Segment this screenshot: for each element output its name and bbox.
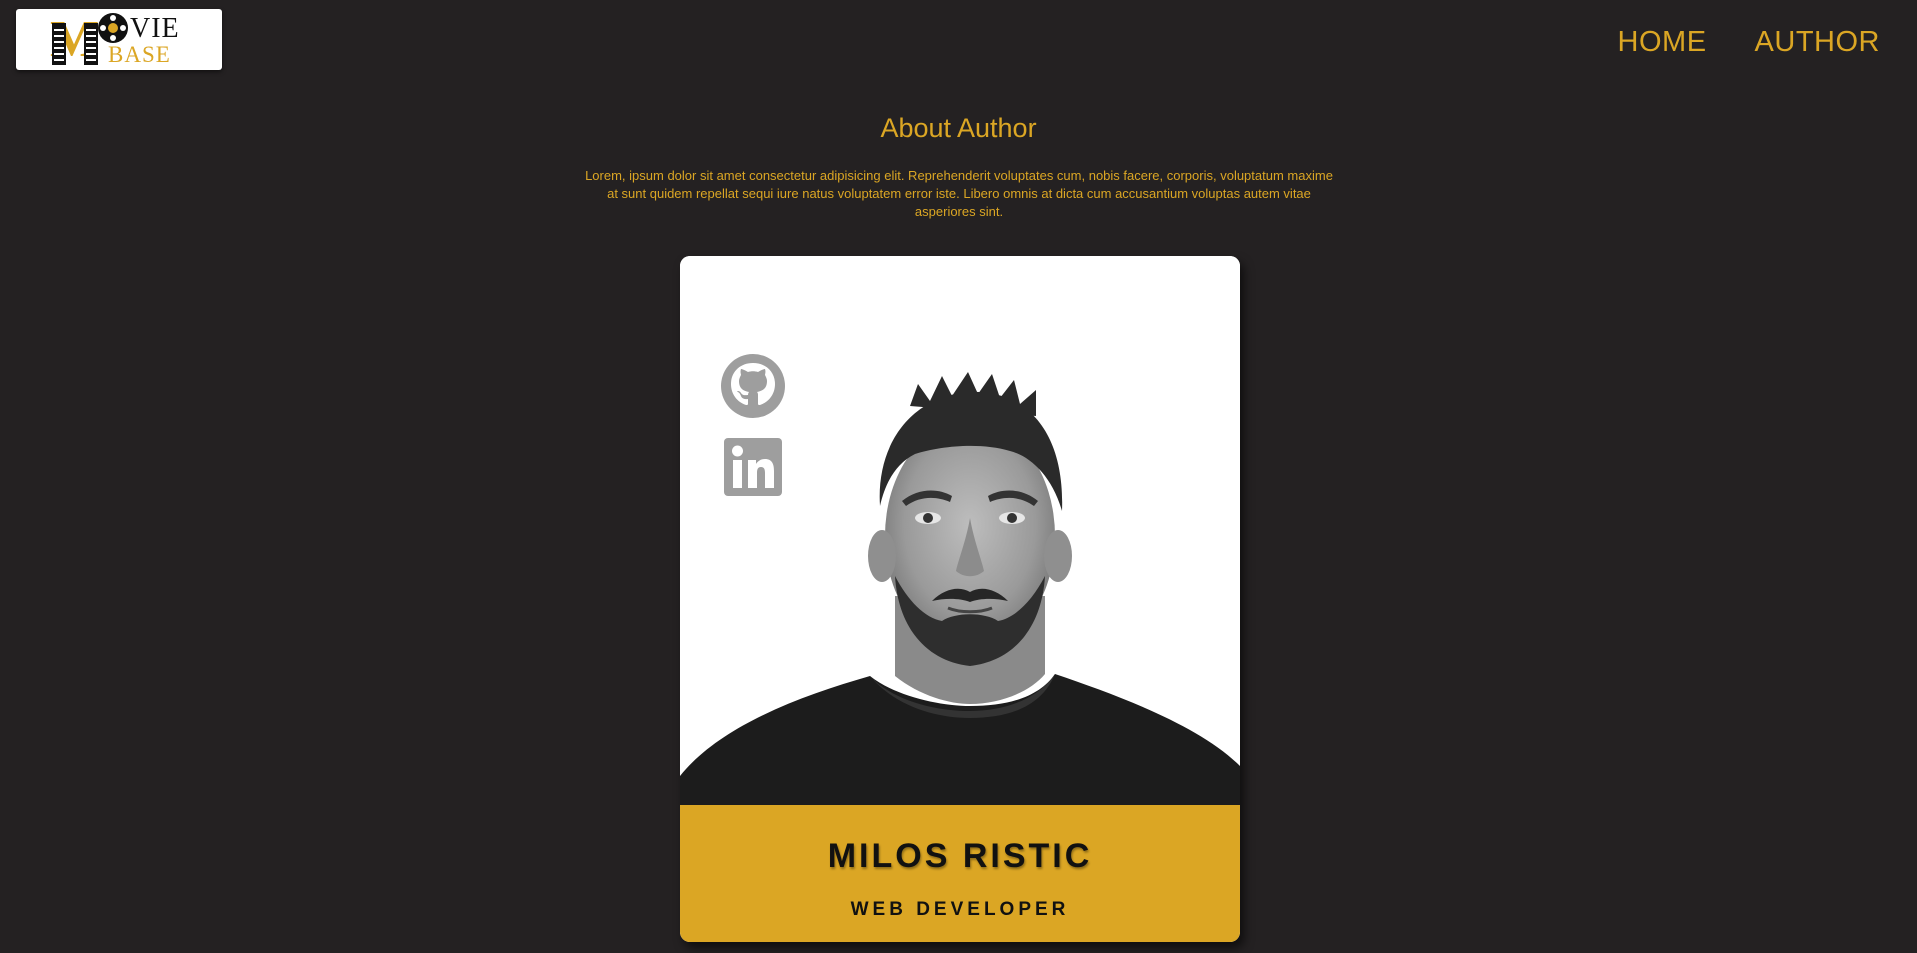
author-card: MILOS RISTIC WEB DEVELOPER (680, 256, 1240, 942)
author-name: MILOS RISTIC (827, 837, 1093, 875)
site-logo[interactable]: M VIE BASE (16, 9, 222, 70)
linkedin-link[interactable] (720, 434, 786, 500)
logo-text-top: VIE (130, 13, 180, 44)
card-footer: MILOS RISTIC WEB DEVELOPER (680, 805, 1240, 942)
github-link[interactable] (720, 353, 786, 419)
film-strip-icon (52, 23, 66, 65)
page: M VIE BASE HOME AUTHOR About Author Lore… (0, 0, 1917, 953)
nav-home-link[interactable]: HOME (1618, 22, 1707, 62)
nav-author-link[interactable]: AUTHOR (1755, 22, 1880, 62)
main-nav: HOME AUTHOR (1618, 22, 1880, 62)
author-role: WEB DEVELOPER (850, 899, 1070, 920)
page-title: About Author (880, 113, 1037, 143)
github-icon (721, 354, 785, 418)
author-photo (680, 256, 1240, 805)
about-description: Lorem, ipsum dolor sit amet consectetur … (585, 168, 1333, 219)
film-strip-icon (84, 23, 98, 65)
linkedin-icon (724, 438, 782, 496)
film-reel-icon (98, 13, 128, 43)
logo-text-bottom: BASE (108, 42, 171, 67)
